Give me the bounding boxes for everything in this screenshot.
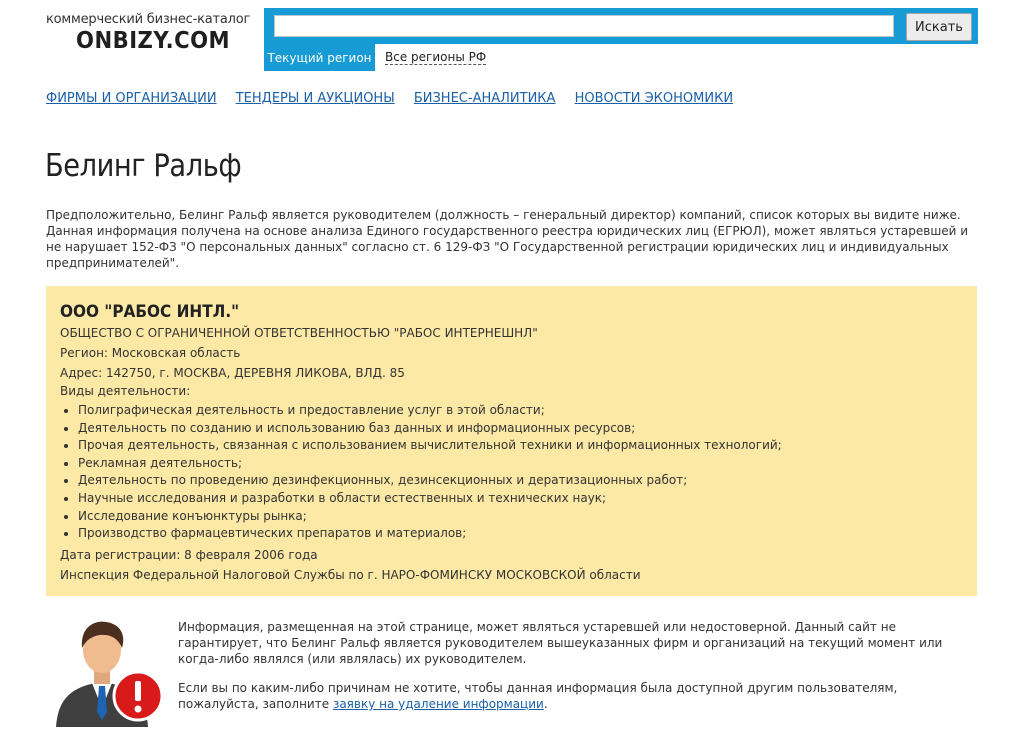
search-panel: Искать (264, 8, 978, 44)
company-address: Адрес: 142750, г. МОСКВА, ДЕРЕВНЯ ЛИКОВА… (60, 366, 405, 380)
company-card: ООО "РАБОС ИНТЛ." ОБЩЕСТВО С ОГРАНИЧЕННО… (46, 286, 977, 596)
list-item: Прочая деятельность, связанная с использ… (78, 437, 782, 455)
company-name[interactable]: ООО "РАБОС ИНТЛ." (60, 302, 239, 322)
tab-current-region[interactable]: Текущий регион (264, 44, 375, 71)
logo-tagline: коммерческий бизнес-каталог (46, 12, 251, 27)
nav-news[interactable]: НОВОСТИ ЭКОНОМИКИ (575, 91, 733, 106)
logo-brand[interactable]: ONBIZY.COM (76, 28, 242, 54)
search-input[interactable] (274, 15, 894, 37)
nav-analytics[interactable]: БИЗНЕС-АНАЛИТИКА (414, 91, 556, 106)
list-item: Полиграфическая деятельность и предостав… (78, 402, 782, 420)
activities-label: Виды деятельности: (60, 384, 191, 398)
disclaimer-text: Информация, размещенная на этой странице… (178, 620, 943, 666)
nav-tenders[interactable]: ТЕНДЕРЫ И АУКЦИОНЫ (236, 91, 395, 106)
site-logo[interactable]: коммерческий бизнес-каталог ONBIZY.COM (46, 12, 256, 54)
company-full-name: ОБЩЕСТВО С ОГРАНИЧЕННОЙ ОТВЕТСТВЕННОСТЬЮ… (60, 326, 538, 340)
list-item: Деятельность по созданию и использованию… (78, 420, 782, 438)
intro-text: Предположительно, Белинг Ральф является … (46, 208, 969, 270)
list-item: Производство фармацевтических препаратов… (78, 525, 782, 543)
removal-paragraph: Если вы по каким-либо причинам не хотите… (178, 680, 968, 712)
list-item: Научные исследования и разработки в обла… (78, 490, 782, 508)
company-region: Регион: Московская область (60, 346, 241, 360)
main-nav: ФИРМЫ И ОРГАНИЗАЦИИ ТЕНДЕРЫ И АУКЦИОНЫ Б… (46, 91, 748, 106)
activities-list: Полиграфическая деятельность и предостав… (66, 402, 782, 543)
page-title: Белинг Ральф (45, 148, 242, 184)
nav-firms[interactable]: ФИРМЫ И ОРГАНИЗАЦИИ (46, 91, 217, 106)
removal-request-link[interactable]: заявку на удаление информации (333, 697, 544, 711)
tab-all-regions[interactable]: Все регионы РФ (385, 50, 487, 65)
footer-disclaimer: Информация, размещенная на этой странице… (178, 619, 968, 725)
search-button[interactable]: Искать (906, 13, 972, 41)
list-item: Рекламная деятельность; (78, 455, 782, 473)
list-item: Деятельность по проведению дезинфекционн… (78, 472, 782, 490)
removal-end: . (543, 697, 548, 711)
person-with-warning-icon (50, 612, 165, 727)
tax-inspection: Инспекция Федеральной Налоговой Службы п… (60, 568, 641, 582)
list-item: Исследование конъюнктуры рынка; (78, 508, 782, 526)
registration-date: Дата регистрации: 8 февраля 2006 года (60, 548, 318, 562)
